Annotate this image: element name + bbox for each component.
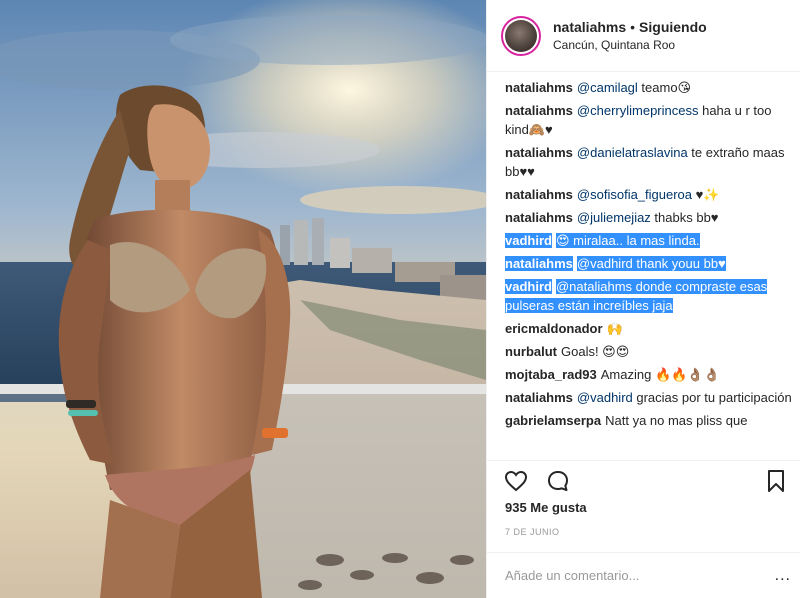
follow-status-button[interactable]: Siguiendo: [639, 19, 707, 35]
comment-username[interactable]: nataliahms: [505, 145, 573, 160]
comment-text: gracias por tu participación: [632, 390, 792, 405]
comment-body: @juliemejiaz thabks bb♥: [577, 210, 719, 225]
comment-username[interactable]: nataliahms: [505, 210, 573, 225]
more-options-icon[interactable]: ...: [775, 567, 791, 585]
comment-text: thank youu bb♥: [632, 256, 726, 271]
post-photo[interactable]: [0, 0, 486, 598]
comment-username[interactable]: nataliahms: [505, 103, 573, 118]
comment-row: nataliahms @sofisofia_figueroa ♥✨: [505, 185, 793, 204]
comment-row: gabrielamserpa Natt ya no mas pliss que: [505, 411, 793, 430]
comment-row: nataliahms @vadhird thank youu bb♥: [505, 254, 793, 273]
comment-username[interactable]: vadhird: [505, 233, 552, 248]
comment-mention-link[interactable]: @cherrylimeprincess: [577, 103, 699, 118]
comment-text: ♥✨: [692, 187, 720, 202]
header-separator: •: [630, 19, 636, 35]
comments-list[interactable]: nataliahms @camilagl teamo😘 nataliahms @che…: [487, 74, 800, 458]
comment-mention-link[interactable]: @vadhird: [576, 256, 633, 271]
header-text: nataliahms • Siguiendo Cancún, Quintana Ro…: [553, 19, 707, 52]
comment-body: 😍 miralaa.. la mas linda.: [555, 233, 700, 248]
comment-username[interactable]: nataliahms: [505, 187, 573, 202]
avatar[interactable]: [501, 15, 541, 56]
comment-row: vadhird 😍 miralaa.. la mas linda.: [505, 231, 793, 250]
comment-text: Goals! 😍😍: [561, 344, 630, 359]
comment-text: 😍 miralaa.. la mas linda.: [555, 233, 700, 248]
comment-username[interactable]: vadhird: [505, 279, 552, 294]
comment-username[interactable]: nurbalut: [505, 344, 557, 359]
comment-body: @sofisofia_figueroa ♥✨: [577, 187, 720, 202]
comment-row: nataliahms @cherrylimeprincess haha u r t…: [505, 101, 793, 139]
comment-text: Amazing 🔥🔥👌🏽👌🏽: [600, 367, 720, 382]
comment-row: ericmaldonador 🙌: [505, 319, 793, 338]
comment-username[interactable]: gabrielamserpa: [505, 413, 601, 428]
comment-username[interactable]: nataliahms: [505, 80, 573, 95]
instagram-post: nataliahms • Siguiendo Cancún, Quintana Ro…: [0, 0, 800, 598]
comment-body: @vadhird thank youu bb♥: [576, 256, 726, 271]
post-date[interactable]: 7 DE JUNIO: [505, 527, 560, 537]
comment-mention-link[interactable]: @danielatraslavina: [577, 145, 688, 160]
comment-text: thabks bb♥: [650, 210, 719, 225]
comment-username[interactable]: nataliahms: [505, 390, 573, 405]
action-bar: [487, 460, 800, 500]
comment-row: mojtaba_rad93 Amazing 🔥🔥👌🏽👌🏽: [505, 365, 793, 384]
likes-count[interactable]: 935 Me gusta: [505, 500, 587, 515]
comment-mention-link[interactable]: @juliemejiaz: [577, 210, 651, 225]
comment-row: vadhird @nataliahms donde compraste esas …: [505, 277, 793, 315]
comment-input[interactable]: [505, 568, 775, 583]
comment-row: nurbalut Goals! 😍😍: [505, 342, 793, 361]
comment-bubble-icon[interactable]: [545, 468, 571, 494]
add-comment-bar: ...: [487, 552, 800, 598]
comment-row: nataliahms @vadhird gracias por tu partic…: [505, 388, 793, 407]
location-link[interactable]: Cancún, Quintana Roo: [553, 38, 707, 52]
comment-body: @vadhird gracias por tu participación: [577, 390, 792, 405]
comment-mention-link[interactable]: @nataliahms: [555, 279, 633, 294]
header-line: nataliahms • Siguiendo: [553, 19, 707, 35]
comment-body: Goals! 😍😍: [561, 344, 629, 359]
comment-row: nataliahms @danielatraslavina te extraño …: [505, 143, 793, 181]
header-username[interactable]: nataliahms: [553, 19, 626, 35]
comment-text: Natt ya no mas pliss que: [605, 413, 748, 428]
post-header: nataliahms • Siguiendo Cancún, Quintana Ro…: [487, 0, 800, 72]
heart-icon[interactable]: [503, 468, 529, 494]
comment-mention-link[interactable]: @camilagl: [577, 80, 638, 95]
comment-row: nataliahms @camilagl teamo😘: [505, 78, 793, 97]
comment-body: @camilagl teamo😘: [577, 80, 691, 95]
comment-body: 🙌: [607, 321, 623, 336]
comment-body: Natt ya no mas pliss que: [605, 413, 747, 428]
post-side-panel: nataliahms • Siguiendo Cancún, Quintana Ro…: [486, 0, 800, 598]
comment-row: nataliahms @juliemejiaz thabks bb♥: [505, 208, 793, 227]
comment-username[interactable]: ericmaldonador: [505, 321, 603, 336]
comment-body: Amazing 🔥🔥👌🏽👌🏽: [601, 367, 720, 382]
comment-username[interactable]: mojtaba_rad93: [505, 367, 597, 382]
comment-mention-link[interactable]: @vadhird: [577, 390, 633, 405]
comment-text: 🙌: [606, 321, 623, 336]
comment-mention-link[interactable]: @sofisofia_figueroa: [577, 187, 692, 202]
avatar-image: [505, 19, 537, 52]
bookmark-icon[interactable]: [763, 468, 789, 494]
comment-username[interactable]: nataliahms: [505, 256, 573, 271]
beach-balcony-image: [0, 0, 486, 598]
comment-text: teamo😘: [637, 80, 692, 95]
